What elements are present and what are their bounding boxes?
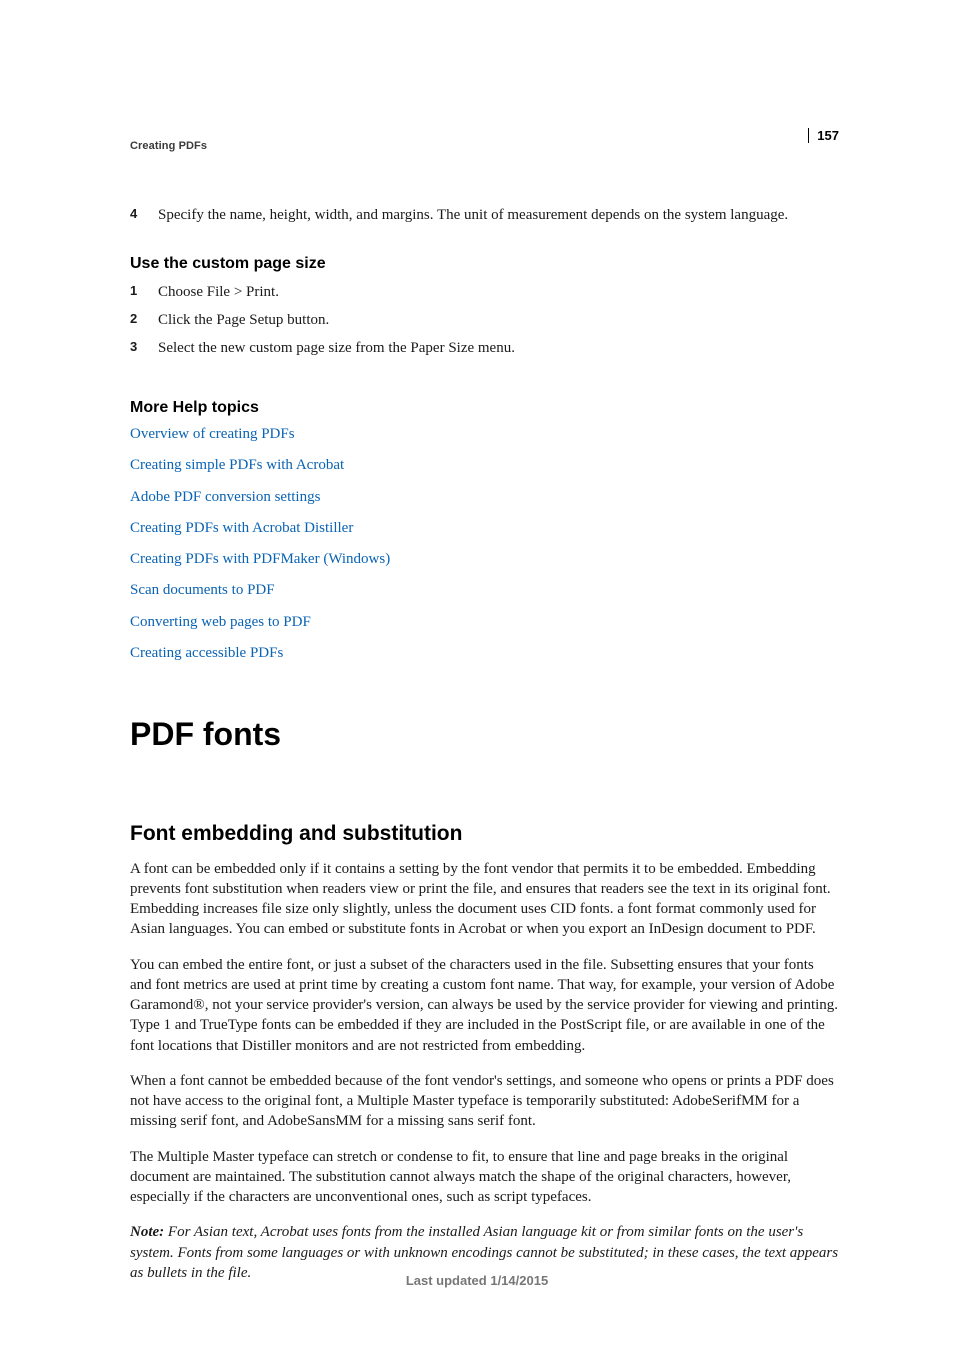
list-item: 4 Specify the name, height, width, and m…	[130, 205, 839, 225]
step-number: 3	[130, 338, 137, 356]
note-label: Note:	[130, 1224, 164, 1240]
list-item: 2 Click the Page Setup button.	[130, 310, 839, 330]
footer-updated: Last updated 1/14/2015	[0, 1273, 954, 1288]
running-head: Creating PDFs	[130, 140, 839, 152]
step-text: Specify the name, height, width, and mar…	[158, 207, 788, 223]
step-text: Click the Page Setup button.	[158, 312, 329, 328]
help-link[interactable]: Scan documents to PDF	[130, 580, 839, 600]
help-link[interactable]: Creating PDFs with Acrobat Distiller	[130, 518, 839, 538]
custom-size-steps: 1 Choose File > Print. 2 Click the Page …	[130, 282, 839, 359]
body-paragraph: The Multiple Master typeface can stretch…	[130, 1147, 839, 1208]
body-paragraph: When a font cannot be embedded because o…	[130, 1071, 839, 1132]
help-link[interactable]: Adobe PDF conversion settings	[130, 487, 839, 507]
content: 4 Specify the name, height, width, and m…	[130, 205, 839, 1283]
step-text: Choose File > Print.	[158, 284, 279, 300]
help-links: Overview of creating PDFs Creating simpl…	[130, 424, 839, 663]
step-number: 1	[130, 282, 137, 300]
step-text: Select the new custom page size from the…	[158, 340, 515, 356]
subsection-title: Font embedding and substitution	[130, 820, 839, 848]
help-link[interactable]: Creating PDFs with PDFMaker (Windows)	[130, 549, 839, 569]
heading-more-help: More Help topics	[130, 397, 839, 419]
list-item: 1 Choose File > Print.	[130, 282, 839, 302]
page-number: 157	[808, 128, 839, 143]
section-title: PDF fonts	[130, 713, 839, 756]
help-link[interactable]: Converting web pages to PDF	[130, 612, 839, 632]
heading-custom-page-size: Use the custom page size	[130, 253, 839, 275]
list-item: 3 Select the new custom page size from t…	[130, 338, 839, 358]
step-number: 2	[130, 310, 137, 328]
help-link[interactable]: Creating simple PDFs with Acrobat	[130, 455, 839, 475]
step-number: 4	[130, 205, 137, 223]
page: 157 Creating PDFs 4 Specify the name, he…	[0, 0, 954, 1350]
intro-steps: 4 Specify the name, height, width, and m…	[130, 205, 839, 225]
help-link[interactable]: Overview of creating PDFs	[130, 424, 839, 444]
body-paragraph: A font can be embedded only if it contai…	[130, 859, 839, 940]
body-paragraph: You can embed the entire font, or just a…	[130, 955, 839, 1056]
help-link[interactable]: Creating accessible PDFs	[130, 643, 839, 663]
